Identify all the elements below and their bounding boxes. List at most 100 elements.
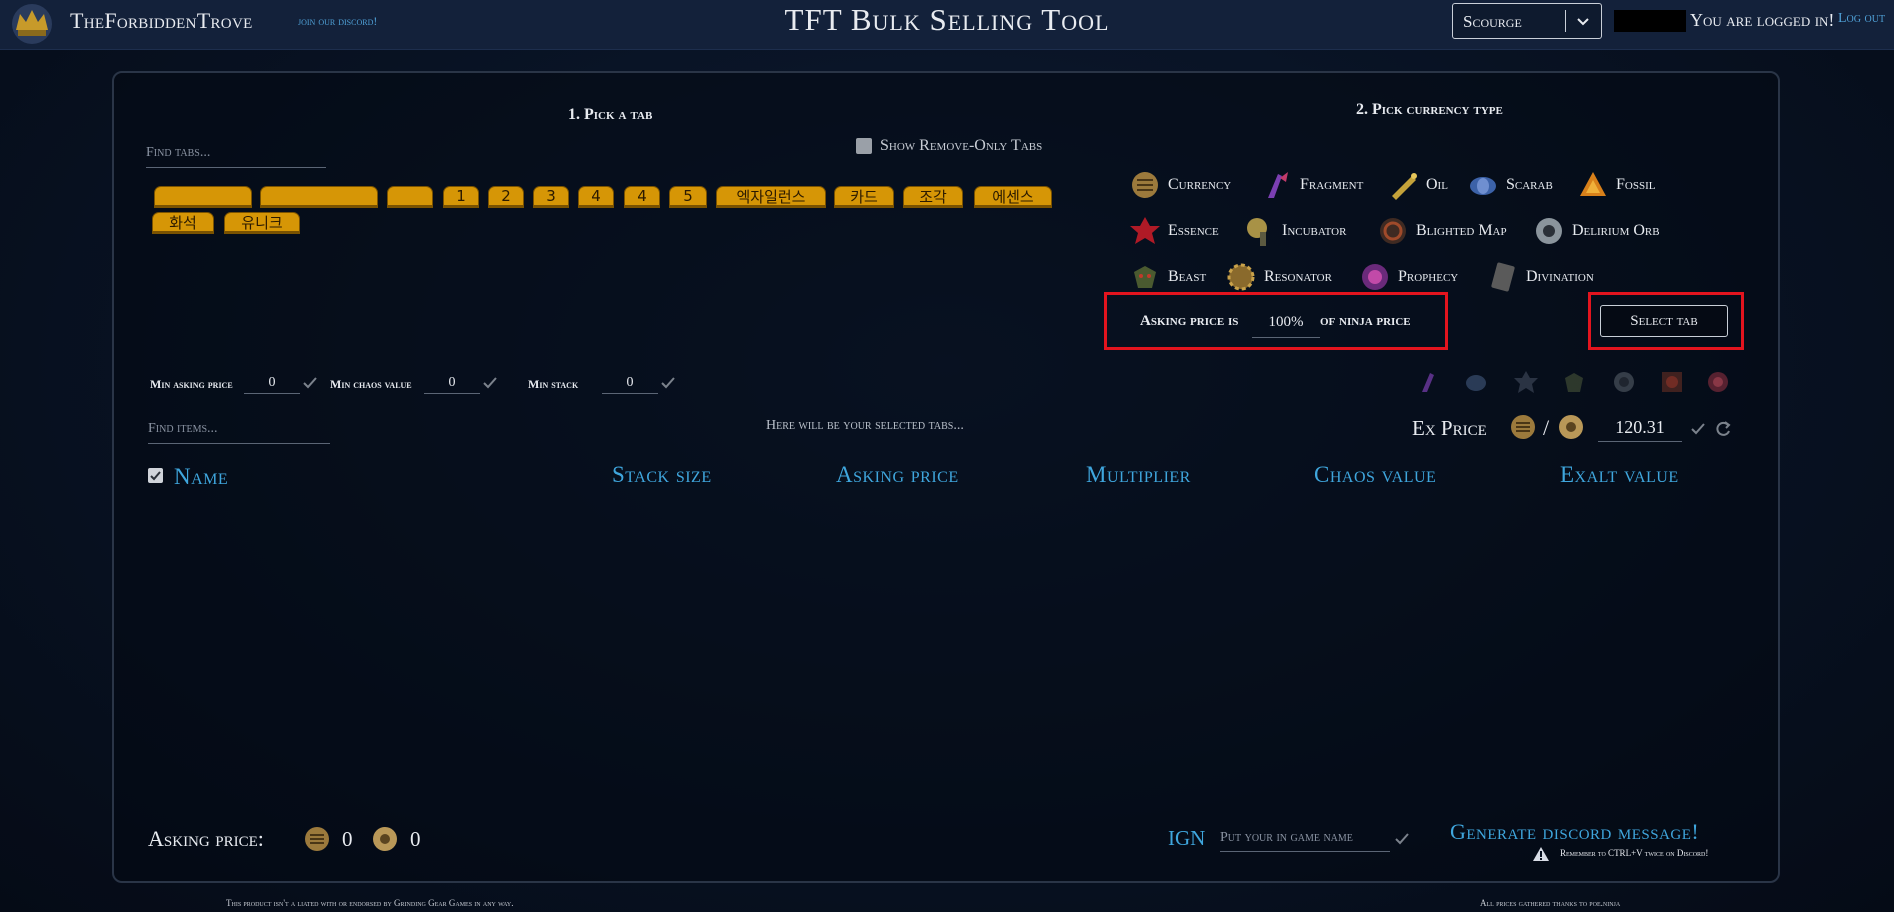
check-icon[interactable] xyxy=(482,376,498,390)
currency-type-label: Scarab xyxy=(1506,176,1553,193)
logged-in-status: You are logged in! xyxy=(1690,10,1835,30)
fragment-icon[interactable] xyxy=(1416,368,1444,396)
currency-type-delirium-orb[interactable]: Delirium Orb xyxy=(1532,214,1660,248)
currency-type-label: Incubator xyxy=(1282,222,1347,239)
warning-icon xyxy=(1533,847,1549,861)
scarab-icon xyxy=(1470,177,1496,195)
total-chaos-value: 0 xyxy=(342,827,353,851)
min-stack-input[interactable] xyxy=(602,372,658,394)
refresh-icon[interactable] xyxy=(1714,420,1732,438)
check-icon[interactable] xyxy=(302,376,318,390)
column-header-stack-size[interactable]: Stack size xyxy=(612,462,712,488)
currency-type-incubator[interactable]: Incubator xyxy=(1242,214,1346,248)
stash-tab[interactable]: 2 xyxy=(488,186,524,208)
stash-tab[interactable] xyxy=(387,186,433,208)
find-items-input[interactable] xyxy=(148,414,330,444)
remove-only-label: Show Remove-Only Tabs xyxy=(880,137,1043,154)
stash-tab[interactable]: 3 xyxy=(533,186,569,208)
blighted-map-icon[interactable] xyxy=(1658,368,1686,396)
stash-tab[interactable]: 5 xyxy=(669,186,707,208)
currency-type-prophecy[interactable]: Prophecy xyxy=(1358,260,1458,294)
league-selected-value: Scourge xyxy=(1463,12,1522,31)
ex-price-input[interactable] xyxy=(1598,414,1682,442)
divination-icon xyxy=(1491,262,1515,292)
stash-tab[interactable]: 카드 xyxy=(834,186,894,208)
stash-tab[interactable] xyxy=(154,186,252,208)
column-header-chaos-value[interactable]: Chaos value xyxy=(1314,462,1436,488)
beast-icon xyxy=(1134,266,1156,288)
exalted-orb-icon xyxy=(373,827,397,851)
currency-icon xyxy=(1132,172,1158,198)
column-header-multiplier[interactable]: Multiplier xyxy=(1086,462,1191,488)
chaos-orb-icon xyxy=(1511,415,1535,439)
currency-type-fragment[interactable]: Fragment xyxy=(1260,168,1363,202)
stash-tab[interactable]: 에센스 xyxy=(974,186,1052,208)
currency-type-resonator[interactable]: Resonator xyxy=(1224,260,1332,294)
currency-type-divination[interactable]: Divination xyxy=(1486,260,1594,294)
currency-type-label: Delirium Orb xyxy=(1572,222,1660,239)
stash-tab[interactable]: 엑자일런스 xyxy=(716,186,826,208)
blighted-map-icon xyxy=(1380,218,1406,244)
currency-type-label: Prophecy xyxy=(1398,268,1459,285)
stash-tab[interactable]: 4 xyxy=(624,186,660,208)
currency-type-scarab[interactable]: Scarab xyxy=(1466,168,1553,202)
stash-tab[interactable]: 4 xyxy=(578,186,614,208)
ign-input[interactable] xyxy=(1220,824,1390,852)
ctrl-v-note: Remember to CTRL+V twice on Discord! xyxy=(1560,848,1709,858)
min-asking-input[interactable] xyxy=(244,372,300,394)
min-chaos-input[interactable] xyxy=(424,372,480,394)
currency-type-fossil[interactable]: Fossil xyxy=(1576,168,1655,202)
currency-type-blighted-map[interactable]: Blighted Map xyxy=(1376,214,1507,248)
exalted-orb-icon xyxy=(1559,415,1583,439)
column-header-exalt-value[interactable]: Exalt value xyxy=(1560,462,1679,488)
top-header: TheForbiddenTrove join our discord! TFT … xyxy=(0,0,1894,50)
currency-type-essence[interactable]: Essence xyxy=(1128,214,1219,248)
league-select[interactable]: Scourge xyxy=(1452,3,1602,39)
chaos-orb-icon xyxy=(305,827,329,851)
column-header-name[interactable]: Name xyxy=(174,464,228,490)
prophecy-icon xyxy=(1362,264,1388,290)
check-icon[interactable] xyxy=(1394,832,1410,846)
ign-label: IGN xyxy=(1168,826,1206,850)
asking-price-label: Asking price is xyxy=(1140,313,1239,329)
currency-type-label: Beast xyxy=(1168,268,1207,285)
prophecy-icon[interactable] xyxy=(1704,368,1732,396)
pick-tab-title: 1. Pick a tab xyxy=(568,106,653,123)
delirium-orb-icon[interactable] xyxy=(1610,368,1638,396)
currency-type-beast[interactable]: Beast xyxy=(1128,260,1206,294)
currency-type-label: Currency xyxy=(1168,176,1232,193)
remove-only-checkbox[interactable] xyxy=(856,138,872,154)
chevron-down-icon[interactable] xyxy=(1573,12,1593,32)
stash-tab[interactable] xyxy=(260,186,378,208)
currency-type-oil[interactable]: Oil xyxy=(1386,168,1448,202)
stash-tab[interactable]: 1 xyxy=(443,186,479,208)
column-header-asking-price[interactable]: Asking price xyxy=(836,462,959,488)
ex-price-label: Ex Price xyxy=(1412,416,1487,440)
oil-icon xyxy=(1392,173,1417,200)
fossil-icon xyxy=(1580,172,1606,196)
resonator-icon xyxy=(1227,263,1255,291)
total-asking-price-label: Asking price: xyxy=(148,826,264,851)
currency-type-label: Oil xyxy=(1426,176,1448,193)
check-icon[interactable] xyxy=(1690,422,1706,436)
currency-type-currency[interactable]: Currency xyxy=(1128,168,1231,202)
scarab-icon[interactable] xyxy=(1462,368,1490,396)
checkmark-icon xyxy=(150,471,161,481)
asking-price-percent-input[interactable] xyxy=(1252,308,1320,338)
stash-tab[interactable]: 조각 xyxy=(903,186,963,208)
min-stack-label: Min stack xyxy=(528,377,579,391)
generate-discord-message-button[interactable]: Generate discord message! xyxy=(1450,819,1699,845)
essence-icon[interactable] xyxy=(1512,368,1540,396)
show-remove-only-toggle[interactable]: Show Remove-Only Tabs xyxy=(856,137,1042,155)
stash-tab[interactable]: 화석 xyxy=(152,212,214,234)
asking-price-suffix: of ninja price xyxy=(1320,313,1411,329)
currency-type-label: Blighted Map xyxy=(1416,222,1507,239)
logout-link[interactable]: Log out xyxy=(1838,11,1885,27)
find-tabs-input[interactable] xyxy=(146,138,326,168)
select-tab-button[interactable]: Select tab xyxy=(1600,305,1728,337)
beast-icon[interactable] xyxy=(1560,368,1588,396)
check-icon[interactable] xyxy=(660,376,676,390)
stash-tab[interactable]: 유니크 xyxy=(224,212,300,234)
select-all-checkbox[interactable] xyxy=(148,468,163,483)
select-divider xyxy=(1565,10,1566,32)
